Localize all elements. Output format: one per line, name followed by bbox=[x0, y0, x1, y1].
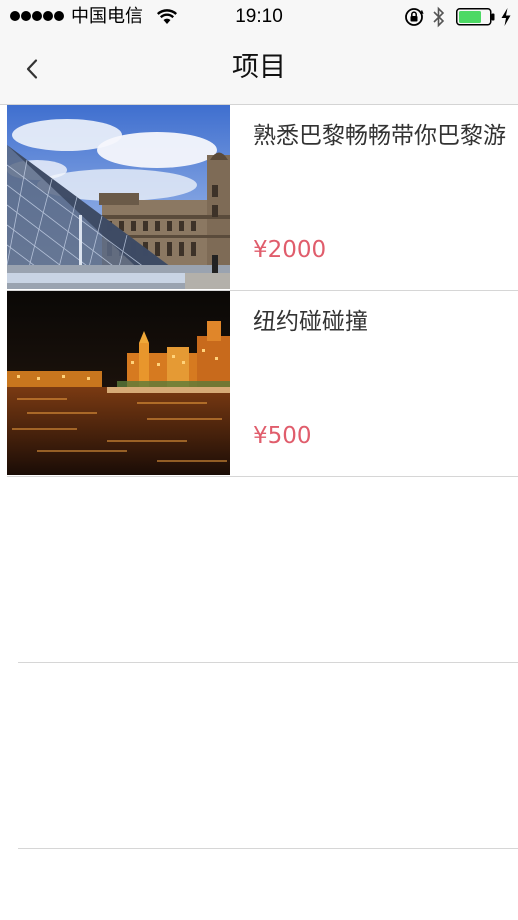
night-city-river-photo bbox=[7, 291, 230, 475]
charging-bolt-icon bbox=[501, 8, 511, 26]
chevron-left-icon bbox=[26, 59, 38, 79]
project-list: 熟悉巴黎畅畅带你巴黎游 ¥2000 纽约碰碰撞 ¥500 bbox=[0, 105, 518, 849]
project-row-newyork[interactable]: 纽约碰碰撞 ¥500 bbox=[7, 291, 518, 477]
status-bar: 中国电信 19:10 bbox=[0, 0, 518, 34]
empty-list-row bbox=[18, 477, 518, 663]
project-price: ¥500 bbox=[253, 423, 312, 449]
project-title: 纽约碰碰撞 bbox=[253, 309, 368, 335]
navigation-bar: 项目 bbox=[0, 34, 518, 105]
rotation-lock-icon bbox=[405, 8, 424, 26]
project-price: ¥2000 bbox=[253, 237, 327, 263]
empty-list-row bbox=[18, 663, 518, 849]
project-thumbnail bbox=[7, 291, 230, 475]
back-button[interactable] bbox=[14, 52, 50, 86]
louvre-pyramid-photo bbox=[7, 105, 230, 289]
bluetooth-icon bbox=[433, 6, 445, 28]
battery-icon bbox=[456, 8, 496, 30]
page-title: 项目 bbox=[232, 52, 286, 83]
project-row-paris[interactable]: 熟悉巴黎畅畅带你巴黎游 ¥2000 bbox=[7, 105, 518, 291]
project-title: 熟悉巴黎畅畅带你巴黎游 bbox=[253, 123, 506, 149]
project-thumbnail bbox=[7, 105, 230, 289]
